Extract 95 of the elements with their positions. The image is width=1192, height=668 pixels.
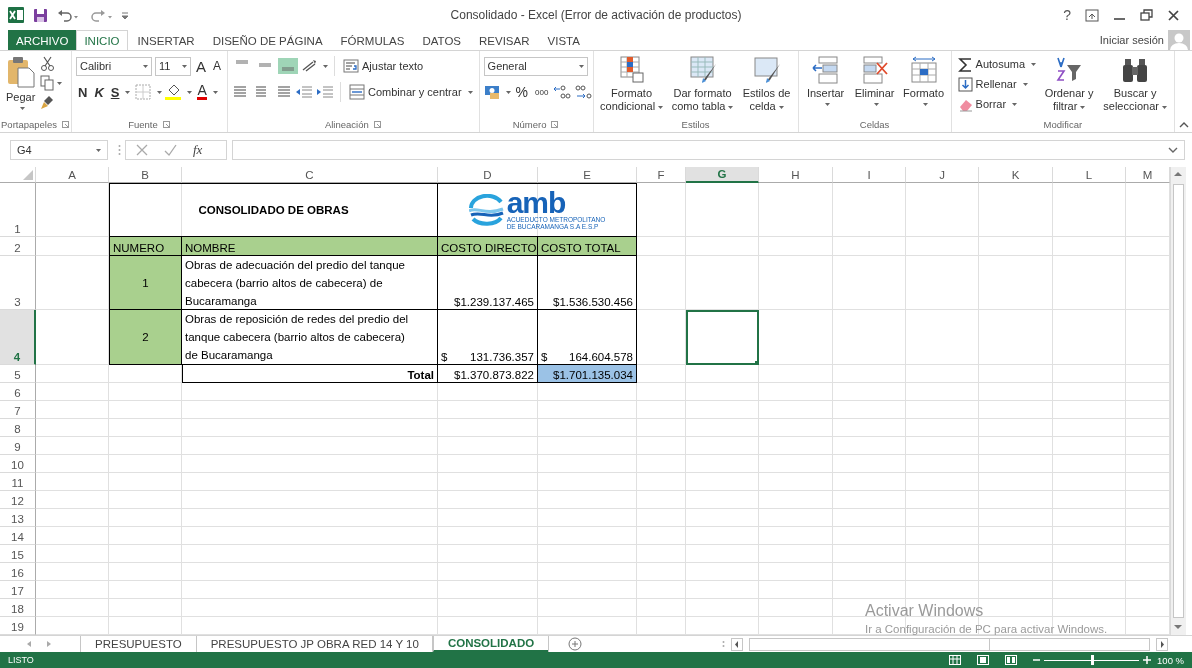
table-cell: $1.701.135.034	[538, 365, 637, 383]
logo-wordmark: amb	[506, 190, 566, 216]
status-text: LISTO	[8, 655, 34, 665]
sheet-tab[interactable]: CONSOLIDADO	[432, 636, 549, 652]
ribbon-button[interactable]: Ajustar texto	[341, 56, 426, 76]
table-title: CONSOLIDADO DE OBRAS	[109, 183, 438, 237]
row-header[interactable]: 5	[0, 365, 36, 383]
font-name-field[interactable]: Calibri	[76, 56, 152, 76]
column-heading: COSTO DIRECTO	[438, 237, 538, 256]
font-color-button[interactable]: A	[195, 82, 220, 102]
column-header[interactable]: I	[833, 167, 906, 183]
row-header[interactable]: 15	[0, 545, 36, 563]
insert-function-button[interactable]: fx	[193, 142, 203, 158]
ribbon-tab[interactable]: FÓRMULAS	[332, 30, 413, 50]
column-heading: NOMBRE	[182, 237, 438, 256]
table-cell: 2	[109, 310, 182, 365]
row-header[interactable]: 8	[0, 419, 36, 437]
ribbon-button[interactable]: Ordenar y filtrar	[1041, 54, 1098, 117]
column-header[interactable]: M	[1126, 167, 1170, 183]
group-label: Alineación	[324, 119, 369, 130]
group-label: Estilos	[681, 119, 710, 130]
row-header[interactable]: 1	[0, 183, 36, 237]
sign-in-link[interactable]: Iniciar sesión	[1099, 34, 1164, 46]
help-button[interactable]: ?	[1063, 7, 1071, 23]
italic-button[interactable]: K	[92, 82, 106, 102]
ribbon-tab[interactable]: REVISAR	[471, 30, 538, 50]
table-cell: 1	[109, 256, 182, 310]
column-header[interactable]: H	[759, 167, 833, 183]
row-header[interactable]: 4	[0, 310, 36, 365]
row-header[interactable]: 6	[0, 383, 36, 401]
ribbon-button[interactable]: Borrar	[955, 94, 1039, 114]
column-header[interactable]: F	[637, 167, 686, 183]
ribbon-tab[interactable]: VISTA	[539, 30, 588, 50]
shrink-font-button[interactable]: A	[211, 56, 224, 76]
activation-notice-message: Ir a Configuración de PC para activar Windows.	[865, 622, 1108, 637]
row-header[interactable]: 2	[0, 237, 36, 256]
row-header[interactable]: 7	[0, 401, 36, 419]
font-size-field[interactable]: 11	[155, 56, 191, 76]
ribbon-tab[interactable]: INSERTAR	[129, 30, 203, 50]
group-label: Modificar	[1043, 119, 1083, 130]
column-header[interactable]: B	[109, 167, 182, 183]
row-header[interactable]: 18	[0, 599, 36, 617]
ribbon-tab[interactable]: DISEÑO DE PÁGINA	[204, 30, 331, 50]
group-label: Fuente	[128, 119, 158, 130]
file-tab[interactable]: ARCHIVO	[8, 30, 77, 50]
group-label: Número	[512, 119, 547, 130]
bold-button[interactable]: N	[76, 82, 90, 102]
window-title: Consolidado - Excel (Error de activación de productos)	[449, 8, 743, 22]
column-header[interactable]: C	[182, 167, 438, 183]
table-cell: Total	[182, 365, 438, 383]
ribbon-button[interactable]: Estilos de celda	[739, 54, 794, 117]
table-cell: $1.239.137.465	[438, 256, 538, 310]
row-header[interactable]: 11	[0, 473, 36, 491]
column-header[interactable]: G	[686, 167, 759, 183]
ribbon-button[interactable]: Dar formato como tabla	[668, 54, 737, 117]
ribbon-button[interactable]: Buscar y seleccionar	[1100, 54, 1171, 117]
group-label: Celdas	[859, 119, 890, 130]
column-header[interactable]: J	[906, 167, 979, 183]
row-header[interactable]: 12	[0, 491, 36, 509]
row-header[interactable]: 10	[0, 455, 36, 473]
thousands-button[interactable]: 000	[533, 82, 551, 102]
row-header[interactable]: 14	[0, 527, 36, 545]
underline-button[interactable]: S	[108, 82, 133, 102]
name-box[interactable]: G4	[10, 140, 108, 160]
ribbon-tab[interactable]: DATOS	[414, 30, 470, 50]
percent-button[interactable]: %	[513, 82, 531, 102]
group-label: Portapapeles	[1, 119, 57, 130]
ribbon-button[interactable]: Eliminar	[851, 54, 898, 117]
grow-font-button[interactable]: A	[194, 56, 208, 76]
column-heading: COSTO TOTAL	[538, 237, 637, 256]
column-header[interactable]: L	[1053, 167, 1126, 183]
row-header[interactable]: 17	[0, 581, 36, 599]
table-cell: $1.536.530.456	[538, 256, 637, 310]
ribbon-button[interactable]: Formato condicional	[597, 54, 666, 117]
number-format-field[interactable]: General	[483, 56, 588, 76]
table-cell: Obras de adecuación del predio del tanque cabecera (barrio altos de cabecera) de Bucaramanga	[182, 256, 438, 310]
column-header[interactable]: E	[538, 167, 637, 183]
row-header[interactable]: 9	[0, 437, 36, 455]
ribbon-tab[interactable]: INICIO	[76, 30, 128, 50]
row-header[interactable]: 16	[0, 563, 36, 581]
table-cell: Obras de reposición de redes del predio del tanque cabecera (barrio altos de cabecera) de Bucaramanga	[182, 310, 438, 365]
ribbon-button[interactable]: Autosuma	[955, 54, 1039, 74]
row-header[interactable]: 13	[0, 509, 36, 527]
ribbon-button[interactable]: Insertar	[802, 54, 849, 117]
column-header[interactable]: K	[979, 167, 1053, 183]
column-heading: NUMERO	[109, 237, 182, 256]
ribbon-button[interactable]: Combinar y centrar	[347, 82, 475, 102]
paste-button[interactable]: Pegar	[4, 54, 38, 117]
column-header[interactable]: A	[36, 167, 109, 183]
ribbon-button[interactable]: Formato	[900, 54, 947, 117]
column-header[interactable]: D	[438, 167, 538, 183]
zoom-level[interactable]: 100 %	[1157, 654, 1184, 666]
ribbon-button[interactable]: Rellenar	[955, 74, 1039, 94]
table-cell: $ 131.736.357	[438, 310, 538, 365]
activation-notice-title: Activar Windows	[865, 601, 984, 621]
